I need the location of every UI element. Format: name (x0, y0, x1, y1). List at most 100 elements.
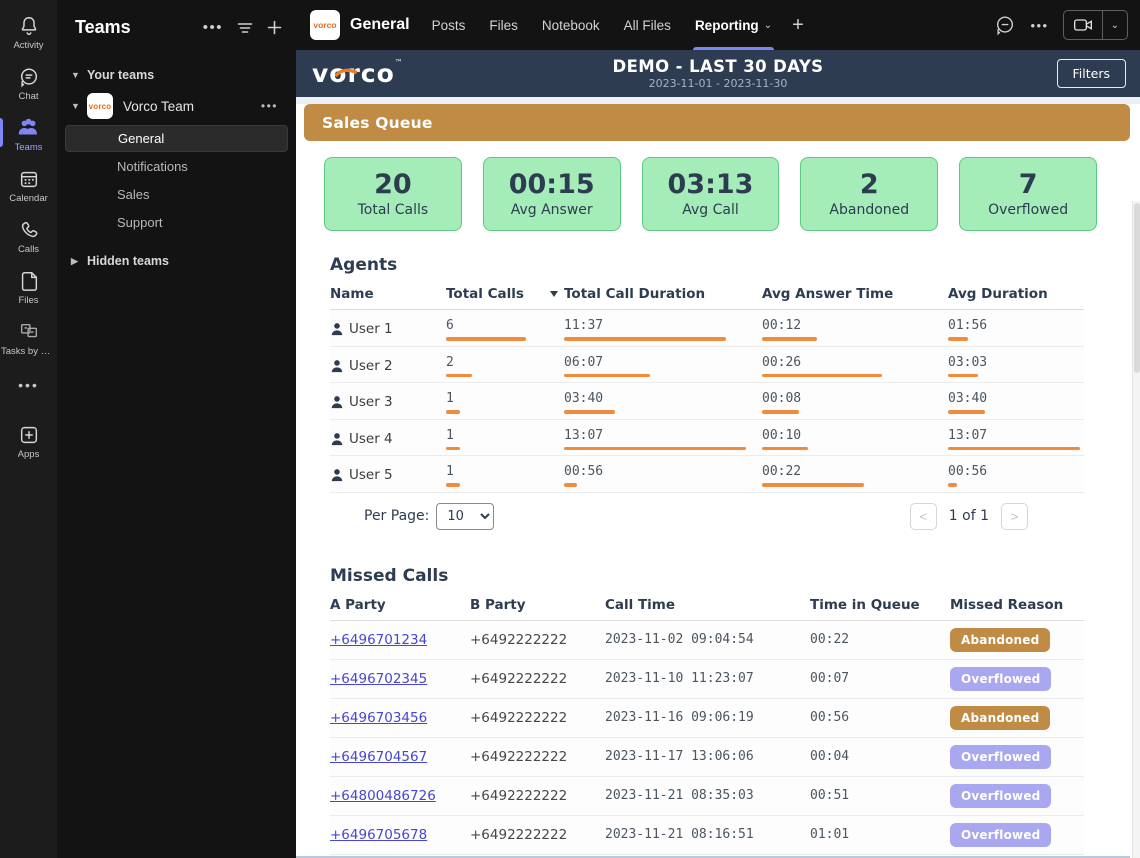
logo-swoosh-icon (334, 56, 358, 81)
a-party-link[interactable]: +6496705678 (330, 827, 427, 843)
sidebar-item-notifications[interactable]: Notifications (65, 153, 288, 180)
b-party-cell: +6492222222 (470, 670, 568, 687)
time-in-queue-cell: 01:01 (810, 827, 850, 842)
scrollbar[interactable] (1132, 201, 1140, 858)
b-party-cell: +6492222222 (470, 631, 568, 648)
calendar-icon (18, 168, 40, 190)
filters-button[interactable]: Filters (1056, 59, 1126, 88)
chevron-right-icon: ▶ (71, 255, 78, 266)
next-page-button[interactable]: > (1001, 502, 1028, 530)
missed-calls-title: Missed Calls (330, 565, 449, 586)
agent-row: User 3 1 03:40 00:08 03:40 (330, 383, 1084, 420)
column-header-time-in-queue[interactable]: Time in Queue (810, 597, 950, 613)
rail-item-teams[interactable]: Teams (0, 110, 57, 161)
call-time-cell: 2023-11-21 08:16:51 (605, 827, 754, 842)
sidebar-more-icon[interactable]: ••• (203, 19, 223, 36)
sidebar-item-sales[interactable]: Sales (65, 181, 288, 208)
a-party-link[interactable]: +6496701234 (330, 632, 427, 648)
b-party-cell: +6492222222 (470, 748, 568, 765)
chevron-down-icon: ⌄ (763, 19, 773, 31)
rail-item-apps[interactable]: Apps (0, 417, 57, 468)
b-party-cell: +6492222222 (470, 826, 568, 843)
team-vorco[interactable]: ▼ vorco Vorco Team ••• (57, 88, 296, 124)
column-header-b-party[interactable]: B Party (470, 597, 605, 613)
planner-icon (18, 321, 40, 343)
sidebar-item-general[interactable]: General (65, 125, 288, 152)
agent-row: User 1 6 11:37 00:12 01:56 (330, 310, 1084, 347)
rail-item-calls[interactable]: Calls (0, 212, 57, 263)
add-team-icon[interactable] (267, 20, 282, 35)
bell-icon (18, 15, 40, 37)
meet-now-button: ⌄ (1062, 10, 1128, 40)
rail-item-chat[interactable]: Chat (0, 59, 57, 110)
rail-item-activity[interactable]: Activity (0, 8, 57, 59)
topbar-more-icon[interactable]: ••• (1030, 18, 1048, 33)
missed-reason-badge: Overflowed (950, 666, 1052, 691)
scrollbar-thumb[interactable] (1134, 203, 1140, 373)
total-call-duration-cell: 03:40 (564, 391, 762, 414)
main-content: vorco General Posts Files Notebook All F… (296, 0, 1140, 858)
column-header-call-time[interactable]: Call Time (605, 597, 810, 613)
stat-cards: 20 Total Calls 00:15 Avg Answer 03:13 Avg C… (324, 157, 1097, 231)
filter-icon[interactable] (237, 21, 253, 35)
rail-more-apps-icon[interactable]: ••• (18, 365, 39, 407)
person-icon (331, 469, 343, 482)
chevron-down-icon[interactable]: ⌄ (1103, 11, 1127, 39)
time-in-queue-cell: 00:04 (810, 749, 850, 764)
column-header-avg-answer-time[interactable]: Avg Answer Time (762, 286, 948, 302)
column-header-total-calls[interactable]: Total Calls (446, 286, 564, 302)
total-call-duration-cell: 11:37 (564, 318, 762, 341)
avg-answer-time-cell: 00:22 (762, 464, 948, 487)
missed-reason-badge: Overflowed (950, 744, 1052, 769)
channel-tabs: Posts Files Notebook All Files Reporting… (432, 0, 995, 50)
column-header-missed-reason[interactable]: Missed Reason (950, 597, 1083, 613)
missed-reason-badge: Overflowed (950, 783, 1052, 808)
avg-duration-cell: 01:56 (948, 318, 1083, 341)
your-teams-group[interactable]: ▼ Your teams (57, 62, 296, 88)
total-calls-cell: 1 (446, 428, 564, 450)
a-party-link[interactable]: +6496704567 (330, 749, 427, 765)
agent-row: User 5 1 00:56 00:22 00:56 (330, 456, 1084, 493)
rail-item-tasks-by-planner[interactable]: Tasks by Pla... (0, 314, 57, 365)
total-call-duration-cell: 06:07 (564, 355, 762, 377)
sort-desc-icon (549, 291, 558, 297)
a-party-link[interactable]: +6496703456 (330, 710, 427, 726)
rail-item-files[interactable]: Files (0, 263, 57, 314)
a-party-link[interactable]: +6496702345 (330, 671, 427, 687)
hidden-teams-group[interactable]: ▶ Hidden teams (57, 248, 296, 274)
chat-bubble-icon[interactable] (994, 14, 1016, 36)
agent-row: User 4 1 13:07 00:10 13:07 (330, 419, 1084, 456)
tab-reporting[interactable]: Reporting ⌄ (692, 0, 775, 50)
phone-icon (18, 219, 40, 241)
column-header-name[interactable]: Name (330, 286, 446, 302)
tab-files[interactable]: Files (489, 0, 518, 50)
column-header-a-party[interactable]: A Party (330, 597, 470, 613)
tab-posts[interactable]: Posts (432, 0, 466, 50)
stat-avg-call: 03:13 Avg Call (641, 157, 780, 231)
agent-name-cell: User 2 (330, 355, 446, 378)
app-rail: Activity Chat Teams Calendar Calls Files… (0, 0, 57, 858)
sidebar-item-support[interactable]: Support (65, 209, 288, 236)
b-party-cell: +6492222222 (470, 709, 568, 726)
agent-name-cell: User 4 (330, 428, 446, 451)
time-in-queue-cell: 00:56 (810, 710, 850, 725)
per-page-select[interactable]: 10 (436, 502, 495, 530)
time-in-queue-cell: 00:51 (810, 788, 850, 803)
missed-reason-badge: Abandoned (950, 705, 1051, 730)
add-tab-icon[interactable]: + (792, 14, 804, 37)
tab-all-files[interactable]: All Files (624, 0, 671, 50)
call-time-cell: 2023-11-02 09:04:54 (605, 632, 754, 647)
agents-table-body: User 1 6 11:37 00:12 01:56 User 2 2 06:0… (330, 310, 1084, 493)
a-party-link[interactable]: +64800486726 (330, 788, 436, 804)
column-header-avg-duration[interactable]: Avg Duration (948, 286, 1083, 302)
missed-call-row: +64800486726 +6492222222 2023-11-21 08:3… (330, 776, 1084, 816)
tab-notebook[interactable]: Notebook (542, 0, 600, 50)
column-header-total-call-duration[interactable]: Total Call Duration (564, 286, 762, 302)
report-date-range: 2023-11-01 - 2023-11-30 (648, 77, 788, 90)
video-camera-icon[interactable] (1064, 11, 1103, 39)
prev-page-button[interactable]: < (909, 502, 937, 530)
team-more-icon[interactable]: ••• (261, 99, 286, 113)
stat-abandoned: 2 Abandoned (800, 157, 939, 231)
rail-item-calendar[interactable]: Calendar (0, 161, 57, 212)
channel-name[interactable]: General (350, 16, 410, 34)
